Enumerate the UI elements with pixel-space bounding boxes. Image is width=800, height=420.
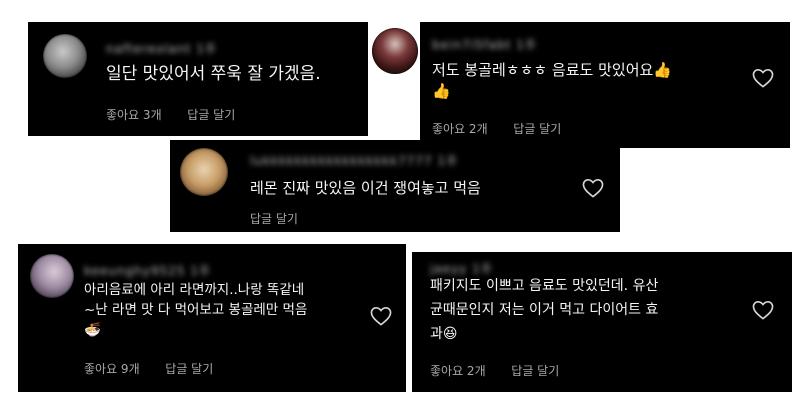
- comment-text: 레몬 진짜 맛있음 이건 쟁여놓고 먹음: [250, 178, 481, 199]
- comment-text: 패키지도 이쁘고 음료도 맛있던데. 유산 균때문인지 저는 이거 먹고 다이어…: [430, 274, 658, 346]
- like-count[interactable]: 좋아요 2개: [432, 122, 488, 136]
- avatar[interactable]: [372, 28, 418, 74]
- like-count[interactable]: 좋아요 3개: [106, 108, 162, 122]
- comment-text: 아리음료에 아리 라면까지..나랑 똑같네 ~난 라면 맛 다 먹어보고 봉골레…: [84, 280, 307, 340]
- avatar[interactable]: [43, 34, 87, 78]
- comment-text: 일단 맛있어서 쭈욱 잘 가겠음.: [106, 64, 321, 85]
- reply-button[interactable]: 답글 달기: [250, 212, 298, 226]
- comment-card-1: naftereolant 1주 일단 맛있어서 쭈욱 잘 가겠음. 좋아요 3개…: [28, 22, 368, 136]
- comment-actions: 좋아요 2개 답글 달기: [432, 120, 561, 137]
- heart-icon[interactable]: [582, 178, 604, 198]
- comment-time: 1주: [516, 38, 537, 52]
- avatar-icon: [30, 254, 74, 298]
- comment-time: 1주: [437, 154, 459, 168]
- username-text: lukkkkkkkkkkkkkkkkk7777: [250, 154, 433, 168]
- comment-line: 패키지도 이쁘고 음료도 맛있던데. 유산: [430, 278, 659, 294]
- comment-line: 레몬 진짜 맛있음 이건 쟁여놓고 먹음: [250, 179, 481, 197]
- avatar[interactable]: [180, 148, 228, 196]
- comment-time: 1주: [190, 264, 211, 278]
- reply-button[interactable]: 답글 달기: [187, 108, 235, 122]
- comment-card-2: bein7i5fabt 1주 저도 봉골레ㅎㅎㅎ 음료도 맛있어요👍 👍 좋아요…: [420, 22, 790, 148]
- comment-line: 균때문인지 저는 이거 먹고 다이어트 효: [430, 302, 659, 318]
- comment-line: 아리음료에 아리 라면까지..나랑 똑같네: [84, 282, 305, 298]
- avatar-icon: [43, 34, 87, 78]
- comment-actions: 답글 달기: [250, 210, 298, 227]
- avatar-icon: [180, 148, 228, 196]
- username-text: naftereolant: [106, 42, 192, 56]
- username-text: keeunghy9525: [84, 264, 186, 278]
- comment-actions: 좋아요 9개 답글 달기: [84, 360, 213, 377]
- comment-line: ~난 라면 맛 다 먹어보고 봉골레만 먹음: [84, 302, 308, 318]
- comment-card-5: jaeyy 1주 패키지도 이쁘고 음료도 맛있던데. 유산 균때문인지 저는 …: [412, 252, 792, 392]
- like-count[interactable]: 좋아요 2개: [430, 364, 486, 378]
- reply-button[interactable]: 답글 달기: [165, 362, 213, 376]
- comment-actions: 좋아요 2개 답글 달기: [430, 362, 559, 379]
- username[interactable]: naftereolant 1주: [106, 40, 217, 57]
- heart-icon[interactable]: [370, 306, 392, 326]
- comment-card-3: lukkkkkkkkkkkkkkkkk7777 1주 레몬 진짜 맛있음 이건 …: [170, 140, 620, 232]
- heart-icon[interactable]: [752, 68, 774, 88]
- avatar-icon: [372, 28, 418, 74]
- comment-text: 저도 봉골레ㅎㅎㅎ 음료도 맛있어요👍 👍: [432, 60, 672, 102]
- comment-time: 1주: [196, 42, 217, 56]
- comment-line: 🍜: [84, 322, 101, 338]
- reply-button[interactable]: 답글 달기: [511, 364, 559, 378]
- username[interactable]: bein7i5fabt 1주: [432, 36, 537, 53]
- username[interactable]: keeunghy9525 1주: [84, 262, 211, 279]
- comment-line: 저도 봉골레ㅎㅎㅎ 음료도 맛있어요👍: [432, 61, 672, 79]
- comment-card-4: keeunghy9525 1주 아리음료에 아리 라면까지..나랑 똑같네 ~난…: [18, 244, 406, 392]
- comment-line: 과😆: [430, 326, 458, 342]
- avatar[interactable]: [30, 254, 74, 298]
- comment-line: 👍: [432, 82, 451, 100]
- heart-icon[interactable]: [752, 300, 774, 320]
- comment-actions: 좋아요 3개 답글 달기: [106, 106, 235, 123]
- username-text: bein7i5fabt: [432, 38, 512, 52]
- like-count[interactable]: 좋아요 9개: [84, 362, 140, 376]
- comment-line: 일단 맛있어서 쭈욱 잘 가겠음.: [106, 64, 321, 84]
- username[interactable]: lukkkkkkkkkkkkkkkkk7777 1주: [250, 152, 458, 169]
- reply-button[interactable]: 답글 달기: [513, 122, 561, 136]
